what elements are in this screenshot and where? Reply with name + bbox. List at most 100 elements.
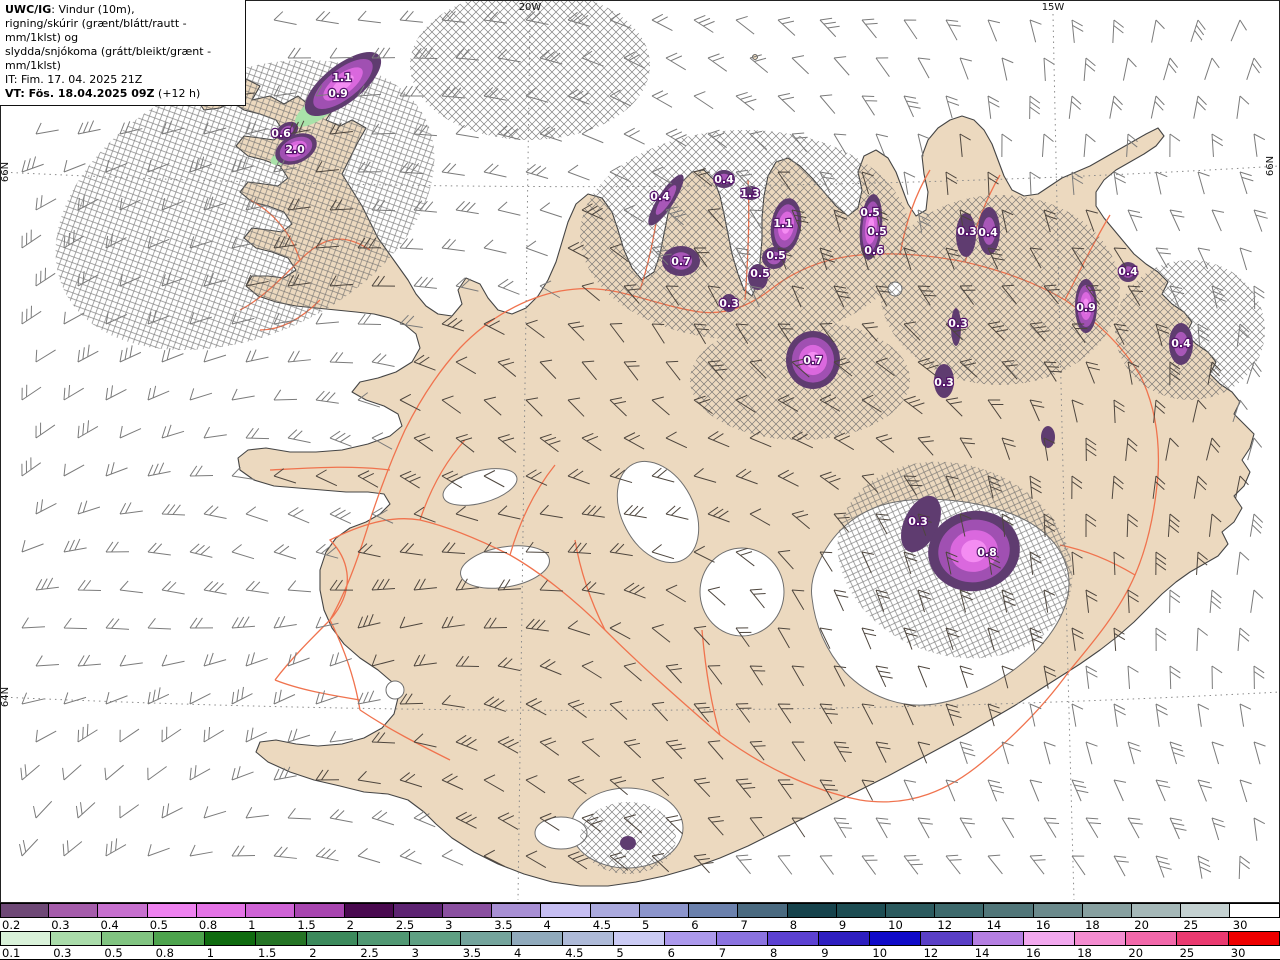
colorbar-tick-label: 8 xyxy=(770,946,778,960)
colorbar-tick-label: 4 xyxy=(543,918,551,932)
colorbar-tick-label: 0.3 xyxy=(53,946,72,960)
colorbar-tick-label: 16 xyxy=(1035,918,1051,932)
colorbar-tick-label: 1 xyxy=(206,946,215,960)
model-variable: : Vindur (10m), xyxy=(51,3,135,16)
colorbar-tick-label: 3 xyxy=(411,946,419,960)
colorbar-segment xyxy=(984,904,1034,917)
colorbar-segment xyxy=(393,904,443,917)
colorbar-segment xyxy=(492,904,542,917)
colorbar-tick-label: 1.5 xyxy=(297,918,316,932)
precip-value-label: 0.4 xyxy=(714,173,734,186)
forecast-title-box: UWC/IG: Vindur (10m), rigning/skúrir (gr… xyxy=(0,0,246,106)
colorbar-tick-label: 3.5 xyxy=(462,946,482,960)
colorbar-tick-label: 18 xyxy=(1085,918,1100,932)
colorbar-segment xyxy=(460,932,512,945)
precip-value-label: 1.1 xyxy=(332,71,352,84)
colorbar-sleet-snow xyxy=(0,903,1280,918)
colorbar-tick-label: 10 xyxy=(888,918,903,932)
colorbar-tick-label: 0.1 xyxy=(2,946,21,960)
colorbar-segment xyxy=(935,904,985,917)
precip-value-label: 0.7 xyxy=(671,255,691,268)
colorbar-segment xyxy=(295,904,345,917)
precip-blob-ring xyxy=(620,836,636,850)
parallel-label-right: 66N xyxy=(1265,156,1276,176)
colorbar-tick-label: 0.5 xyxy=(149,918,168,932)
colorbar-tick-label: 2 xyxy=(346,918,354,932)
precip-value-label: 0.4 xyxy=(1171,337,1191,350)
colorbar-segment xyxy=(665,932,717,945)
colorbar-segment xyxy=(153,932,205,945)
colorbar-tick-label: 12 xyxy=(923,946,939,960)
precip-blob xyxy=(620,836,636,850)
colorbar-segment xyxy=(716,932,768,945)
colorbar-segment xyxy=(590,904,640,917)
model-name: UWC/IG xyxy=(5,3,52,16)
colorbar-tick-label: 16 xyxy=(1026,946,1041,960)
colorbar-segment xyxy=(639,904,690,917)
colorbar-segment xyxy=(1126,932,1178,945)
colorbar-legend: 0.2 0.3 0.4 0.5 0.8 1 1.5 2 2.5 3 3.5 4 4.5 5 6 7 8 9 10 12… xyxy=(0,903,1280,960)
precip-value-label: 0.9 xyxy=(1076,301,1096,314)
colorbar-segment xyxy=(307,932,359,945)
title-line-validtime: VT: Fös. 18.04.2025 09Z (+12 h) xyxy=(5,87,241,101)
colorbar-segment xyxy=(1132,904,1182,917)
colorbar-tick-label: 2 xyxy=(309,946,317,960)
colorbar-segment xyxy=(511,932,564,945)
colorbar-tick-label: 14 xyxy=(974,946,990,960)
parallel-label-left: 64N xyxy=(0,687,11,707)
colorbar-tick-label: 4 xyxy=(514,946,522,960)
precip-value-label: 0.5 xyxy=(766,249,786,262)
title-line-sleet: slydda/snjókoma (grátt/bleikt/grænt - mm… xyxy=(5,44,212,72)
colorbar-tick-label: 25 xyxy=(1183,918,1199,932)
precip-blob-ring xyxy=(1041,426,1055,448)
precip-value-label: 0.5 xyxy=(867,225,887,238)
colorbar-segment xyxy=(1082,904,1133,917)
colorbar-segment xyxy=(885,904,936,917)
colorbar-segment xyxy=(0,904,50,917)
colorbar-tick-label: 2.5 xyxy=(360,946,379,960)
lead-time: (+12 h) xyxy=(154,86,201,100)
colorbar-tick-label: 6 xyxy=(691,918,699,932)
precip-value-label: 0.7 xyxy=(803,354,823,367)
title-line-rain: rigning/skúrir (grænt/blátt/rautt - mm/1… xyxy=(5,16,187,44)
colorbar-tick-label: 0.3 xyxy=(51,918,70,932)
precip-value-label: 2.0 xyxy=(285,143,305,156)
colorbar-tick-label: 0.4 xyxy=(100,918,119,932)
colorbar-segment xyxy=(787,904,837,917)
colorbar-tick-label: 30 xyxy=(1232,918,1248,932)
colorbar-tick-label: 20 xyxy=(1128,946,1144,960)
precip-value-label: 0.6 xyxy=(864,244,884,257)
colorbar-segment xyxy=(442,904,493,917)
precip-value-label: 0.8 xyxy=(977,546,997,559)
precip-value-label: 0.5 xyxy=(750,267,770,280)
colorbar-tick-label: 12 xyxy=(937,918,953,932)
colorbar-segment xyxy=(921,932,973,945)
weather-forecast-map-page: 1.1 0.9 0.6 2.0 0.4 0.4 1.3 1.1 0.5 0.5 0.7 0.3 0.5 0… xyxy=(0,0,1280,960)
colorbar-tick-label: 0.8 xyxy=(198,918,218,932)
colorbar-segment xyxy=(98,904,148,917)
colorbar-tick-label: 30 xyxy=(1230,946,1246,960)
colorbar-tick-label: 1 xyxy=(248,918,256,932)
precip-value-label: 0.4 xyxy=(978,226,998,239)
colorbar-tick-label: 20 xyxy=(1134,918,1149,932)
colorbar-tick-label: 4.5 xyxy=(565,946,584,960)
colorbar-tick-label: 7 xyxy=(718,946,727,960)
colorbar-tick-label: 0.8 xyxy=(155,946,174,960)
colorbar-tick-label: 6 xyxy=(667,946,675,960)
colorbar-segment xyxy=(409,932,461,945)
meridian-label: 15W xyxy=(1042,2,1065,13)
colorbar-tick-label: 18 xyxy=(1077,946,1092,960)
colorbar-tick-label: 9 xyxy=(838,918,847,932)
colorbar-tick-label: 9 xyxy=(821,946,829,960)
colorbar-segment xyxy=(255,932,308,945)
colorbar-segment xyxy=(246,904,296,917)
colorbar-segment xyxy=(51,932,103,945)
colorbar-segment xyxy=(1033,904,1083,917)
colorbar-tick-label: 5 xyxy=(616,946,624,960)
precip-value-label: 0.5 xyxy=(860,206,880,219)
colorbar-segment xyxy=(972,932,1024,945)
colorbar-segment xyxy=(738,904,788,917)
colorbar-tick-label: 3.5 xyxy=(494,918,513,932)
precip-value-label: 0.4 xyxy=(1118,265,1138,278)
glacier-eyjafjallajokull xyxy=(534,816,588,850)
